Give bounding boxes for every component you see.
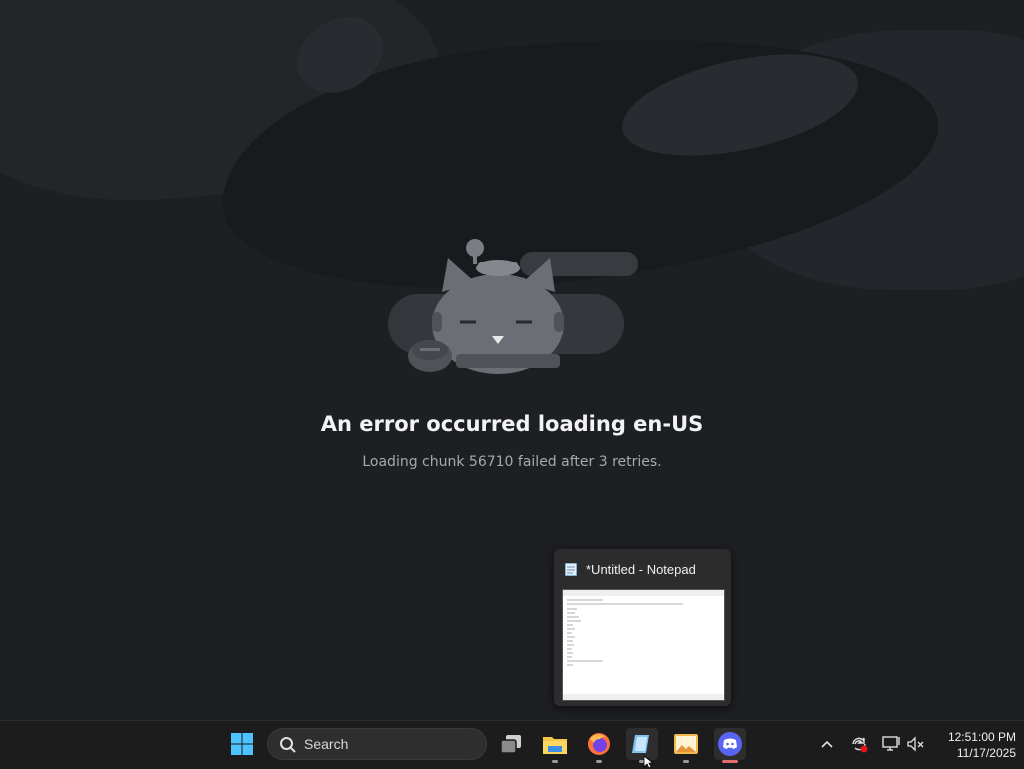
show-hidden-icons-button[interactable] xyxy=(817,734,837,754)
sync-icon xyxy=(852,737,868,753)
windows-start-icon xyxy=(231,733,253,755)
notepad-taskbar-preview[interactable]: *Untitled - Notepad xyxy=(554,549,731,706)
error-title: An error occurred loading en-US xyxy=(320,412,704,436)
running-indicator xyxy=(683,760,689,763)
search-icon xyxy=(280,737,296,753)
network-icon xyxy=(882,736,900,751)
error-message: Loading chunk 56710 failed after 3 retri… xyxy=(362,454,662,470)
notepad-thumbnail[interactable] xyxy=(562,589,725,701)
sync-tray-button[interactable] xyxy=(849,734,869,754)
mouse-cursor-icon xyxy=(643,756,653,768)
active-indicator xyxy=(722,760,738,763)
volume-muted-icon xyxy=(907,736,924,752)
discord-icon xyxy=(718,732,742,756)
notepad-icon xyxy=(565,563,577,576)
chevron-up-icon xyxy=(821,740,833,748)
task-view-button[interactable] xyxy=(495,728,527,760)
discord-app-window: An error occurred loading en-US Loading … xyxy=(0,0,1024,720)
file-explorer-icon xyxy=(543,737,567,754)
photos-button[interactable] xyxy=(670,728,702,763)
task-view-icon xyxy=(500,735,521,754)
clock-date: 11/17/2025 xyxy=(956,746,1016,760)
taskbar-search-box[interactable]: Search xyxy=(267,728,487,760)
running-indicator xyxy=(552,760,558,763)
discord-taskbar-button[interactable] xyxy=(714,728,746,763)
network-tray-button[interactable] xyxy=(881,734,901,754)
sleeping-wumpus-illustration xyxy=(388,239,638,374)
file-explorer-button[interactable] xyxy=(539,728,571,763)
firefox-icon xyxy=(588,733,610,755)
firefox-button[interactable] xyxy=(583,728,615,763)
notepad-icon xyxy=(632,735,649,753)
clock-time: 12:51:00 PM xyxy=(947,730,1016,744)
taskbar-clock[interactable]: 12:51:00 PM 11/17/2025 xyxy=(930,729,1016,761)
search-label: Search xyxy=(304,736,349,752)
photos-icon xyxy=(674,734,698,754)
volume-tray-button[interactable] xyxy=(906,734,926,754)
start-button[interactable] xyxy=(226,728,258,760)
running-indicator xyxy=(596,760,602,763)
notepad-taskbar-button[interactable] xyxy=(626,728,658,763)
preview-window-title: *Untitled - Notepad xyxy=(586,562,696,577)
